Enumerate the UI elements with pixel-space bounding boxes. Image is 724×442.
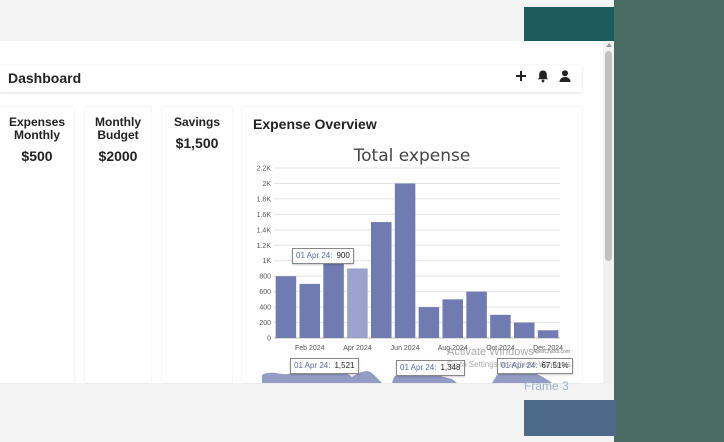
card-label-line1: Savings: [173, 115, 221, 129]
chart-credit: ApexCharts.com: [533, 349, 570, 355]
y-tick-label: 600: [259, 289, 271, 296]
expense-bar-chart: Total expense 0 200 400 600 800 1K 1.2K 1.4K 1.6K…: [257, 146, 570, 383]
y-tick-label: 800: [259, 274, 271, 281]
chart-bar: [490, 314, 511, 338]
y-tick-label: 1.8K: [257, 196, 272, 203]
savings-card: Savings $1,500: [162, 107, 232, 383]
chart-bar: [394, 183, 416, 338]
canvas-background-panel: [614, 0, 724, 442]
scrollbar-thumb[interactable]: [605, 51, 612, 261]
chart-bar: [299, 283, 320, 338]
y-tick-label: 2.2K: [257, 166, 272, 173]
chart-bar: [418, 307, 440, 338]
bell-icon[interactable]: [536, 69, 550, 83]
monthly-budget-card: Monthly Budget $2000: [85, 107, 151, 383]
tooltip-date: 01 Apr 24:: [296, 251, 333, 260]
card-value: $2000: [98, 148, 138, 164]
scroll-up-arrow-icon[interactable]: [606, 43, 612, 47]
chart-bar: [371, 222, 392, 338]
activate-windows-title: Activate Windows: [447, 346, 534, 358]
top-bar: Dashboard: [0, 65, 582, 92]
chart-bar: [466, 291, 487, 338]
x-tick-label: Jun 2024: [391, 345, 420, 352]
card-label-line2: Budget: [97, 128, 139, 142]
chart-bar: [442, 299, 463, 338]
y-tick-label: 2K: [262, 181, 271, 188]
chart-bar: [537, 330, 559, 338]
user-icon[interactable]: [558, 69, 572, 83]
expense-overview-card: Expense Overview Total expense 0 200 400 600…: [242, 107, 582, 383]
lower-chart-tooltip: 01 Apr 24: 1,521: [290, 358, 359, 374]
tooltip-value: 900: [336, 251, 350, 260]
page-title: Dashboard: [8, 70, 82, 86]
tooltip-date: 01 Apr 24:: [294, 361, 331, 370]
canvas-frame-teal: [524, 7, 616, 43]
tooltip-date: 01 Apr 24:: [400, 363, 437, 372]
y-tick-label: 1.6K: [257, 212, 272, 219]
chart-bar: [514, 322, 535, 338]
page-scrollbar[interactable]: [603, 41, 614, 383]
chart-bar: [323, 260, 344, 338]
frame-label: Frame 3: [524, 379, 569, 393]
plus-icon[interactable]: [514, 69, 528, 83]
activate-windows-subtitle: Go to Settings to activate Windows.: [447, 360, 574, 369]
tooltip-value: 1,521: [334, 361, 355, 370]
x-tick-label: Apr 2024: [343, 345, 372, 352]
card-value: $1,500: [175, 135, 219, 151]
chart-tooltip: 01 Apr 24: 900: [292, 248, 354, 264]
expenses-monthly-card: Expenses Monthly $500: [0, 107, 74, 383]
chart-bar: [347, 268, 368, 338]
x-tick-label: Feb 2024: [295, 345, 325, 352]
y-tick-label: 1.4K: [257, 227, 272, 234]
chart-bar: [275, 276, 297, 338]
y-tick-label: 400: [259, 305, 271, 312]
y-tick-label: 1.2K: [257, 243, 272, 250]
card-label-line2: Monthly: [14, 128, 60, 142]
chart-title: Total expense: [353, 146, 471, 166]
card-value: $500: [21, 148, 53, 164]
y-tick-label: 200: [259, 320, 271, 327]
y-tick-label: 0: [267, 336, 271, 343]
y-tick-label: 1K: [262, 258, 271, 265]
canvas-frame-blue: [524, 400, 616, 436]
